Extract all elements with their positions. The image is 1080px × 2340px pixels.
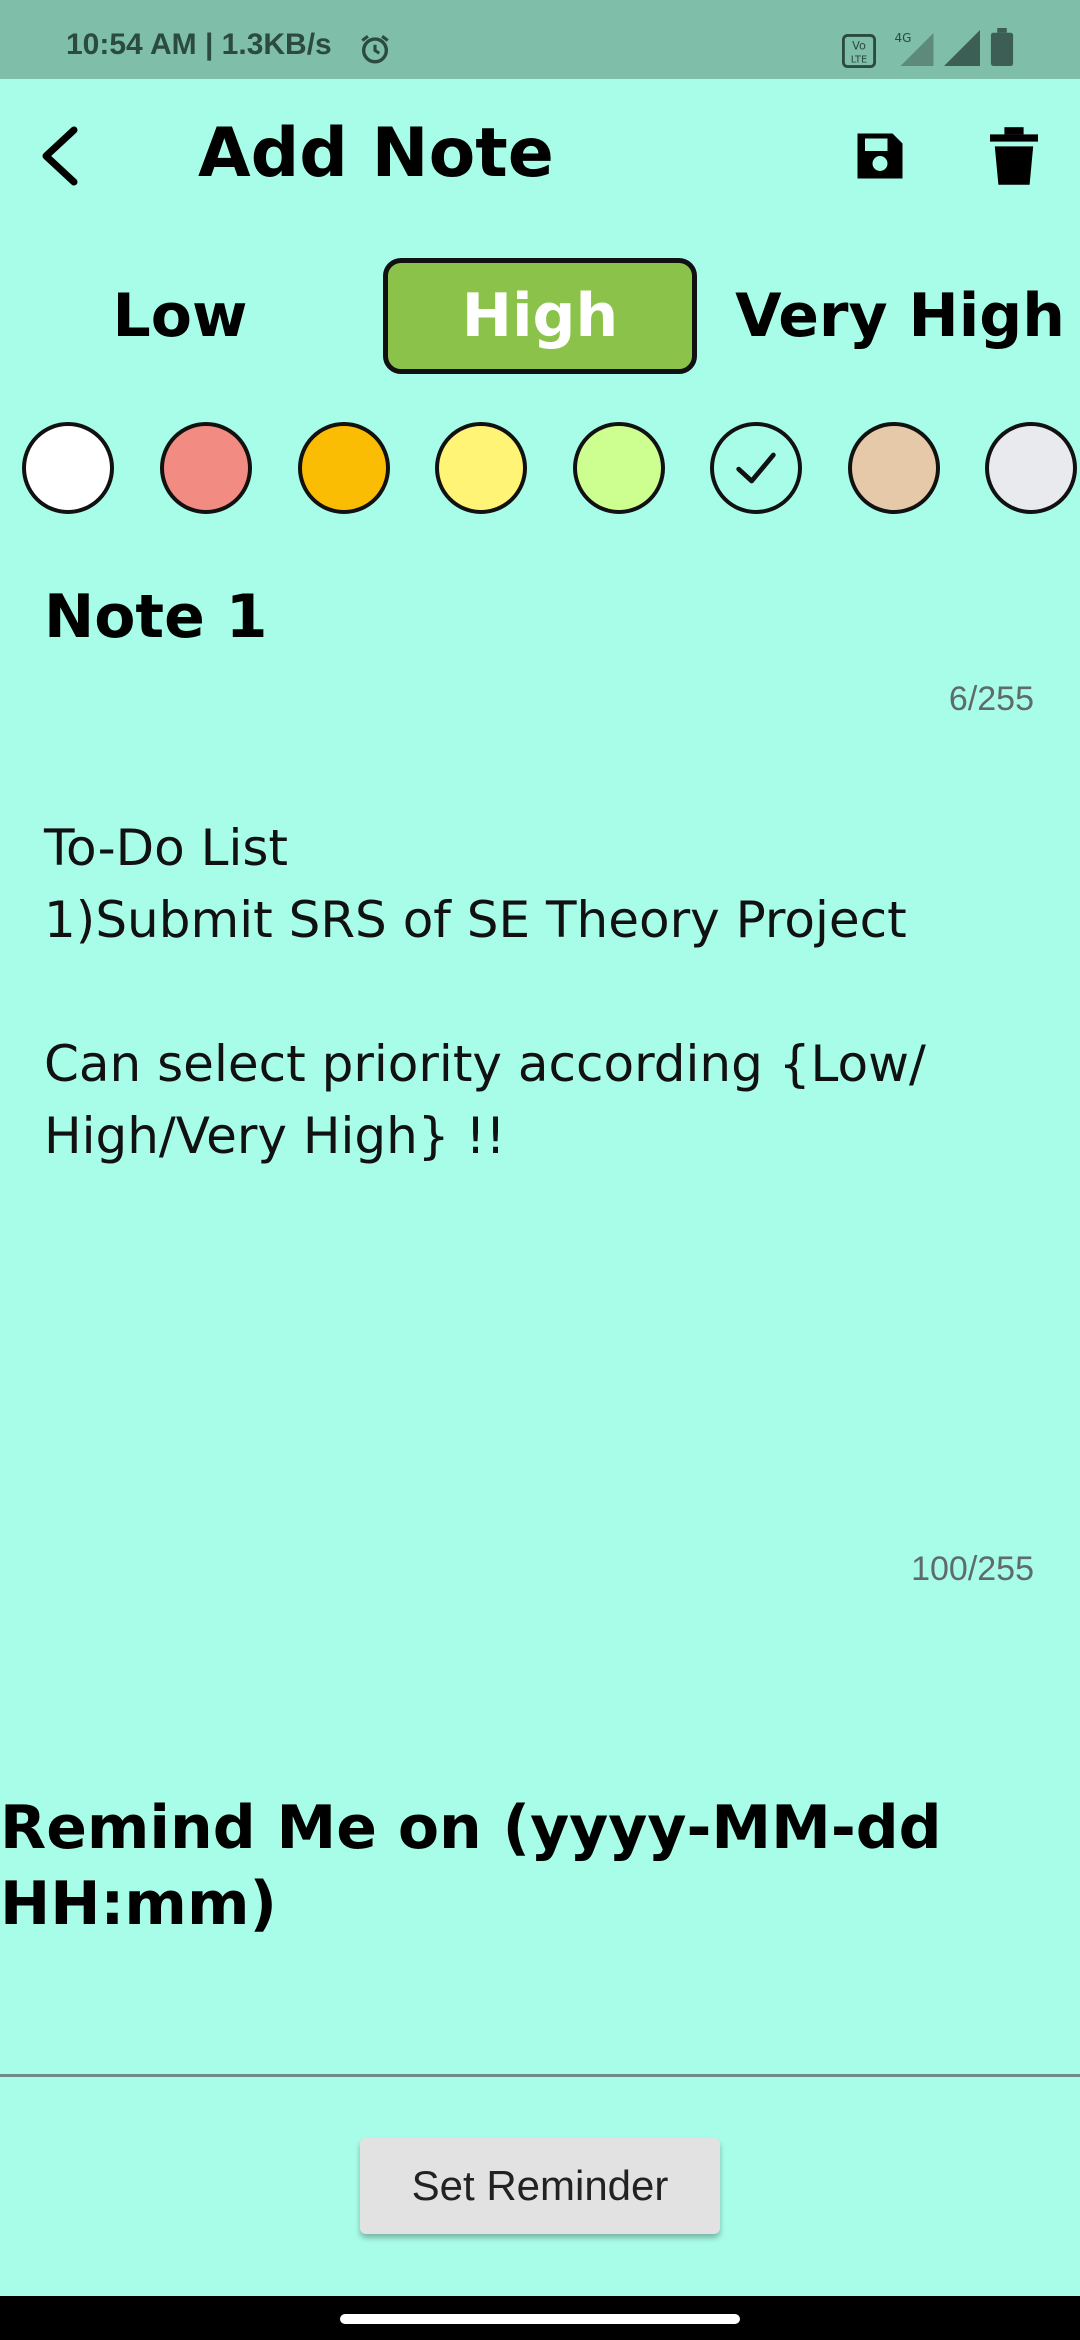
reminder-label-line: HH:mm) [0,1869,277,1939]
status-time-speed: 10:54 AM | 1.3KB/s [66,28,332,61]
volte-icon: Vo LTE [842,34,876,68]
title-char-counter: 6/255 [948,680,1034,718]
back-icon[interactable] [34,118,90,194]
alarm-icon [361,35,389,64]
priority-low-button[interactable]: Low [60,258,300,374]
color-swatch-brown[interactable] [848,422,940,514]
priority-very-high-button[interactable]: Very High [735,258,1065,374]
note-body-line [44,956,1034,1028]
note-body-line: Can select priority according {Low/ [44,1035,926,1093]
reminder-label-line: Remind Me on (yyyy-MM-dd [0,1793,942,1863]
navigation-bar [0,2296,1080,2340]
svg-text:4G: 4G [895,31,912,45]
color-swatch-orange[interactable] [298,422,390,514]
home-indicator[interactable] [340,2314,740,2324]
signal-icon [944,30,980,66]
color-swatch-white[interactable] [22,422,114,514]
color-swatch-teal[interactable] [710,422,802,514]
signal-4g-icon: 4G [895,31,934,66]
note-body-input[interactable]: To-Do List 1)Submit SRS of SE Theory Pro… [44,812,1034,1172]
save-icon[interactable] [850,126,910,186]
priority-high-button[interactable]: High [383,258,697,374]
reminder-input-underline[interactable] [0,2074,1080,2077]
note-body-line: To-Do List [44,819,288,877]
svg-text:LTE: LTE [851,54,867,65]
note-body-line: High/Very High} !! [44,1107,506,1165]
color-swatch-green[interactable] [573,422,665,514]
color-swatch-gray[interactable] [985,422,1077,514]
color-swatch-red[interactable] [160,422,252,514]
status-bar: 10:54 AM | 1.3KB/s Vo LTE 4G [0,0,1080,79]
delete-icon[interactable] [990,126,1038,186]
page-title: Add Note [198,114,554,193]
note-title-input[interactable]: Note 1 [44,582,267,652]
set-reminder-button[interactable]: Set Reminder [360,2138,720,2234]
body-char-counter: 100/255 [911,1550,1034,1588]
color-swatch-yellow[interactable] [435,422,527,514]
note-body-line: 1)Submit SRS of SE Theory Project [44,891,907,949]
check-icon [736,452,776,484]
battery-icon [990,28,1014,66]
reminder-label: Remind Me on (yyyy-MM-dd HH:mm) [0,1790,1000,1942]
svg-text:Vo: Vo [852,39,866,53]
